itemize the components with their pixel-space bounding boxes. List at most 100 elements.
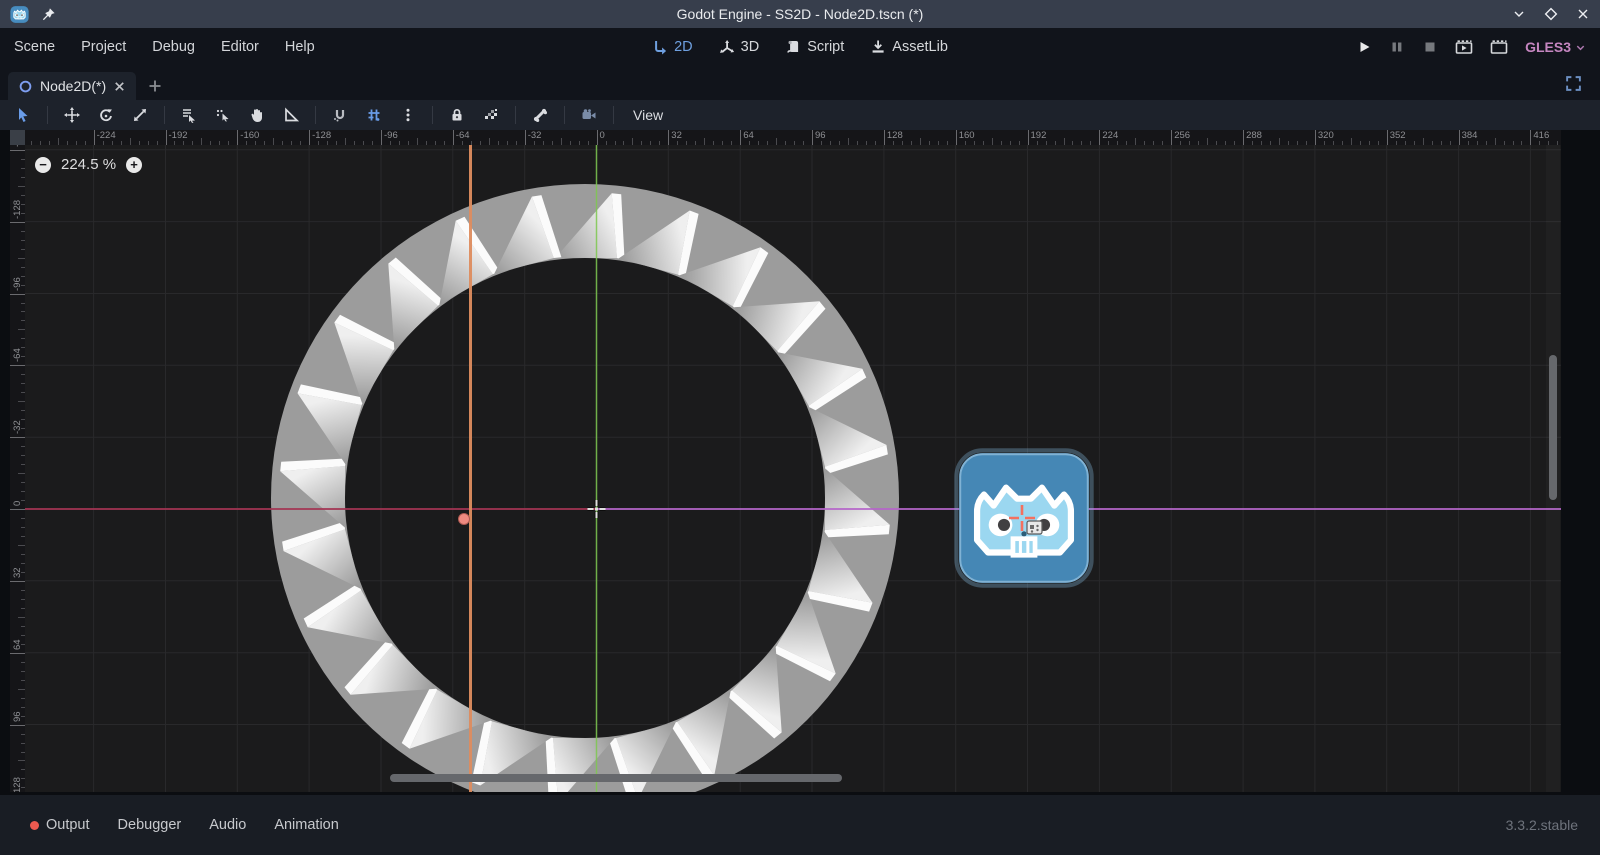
renderer-label: GLES3 — [1525, 39, 1571, 55]
window-title: Godot Engine - SS2D - Node2D.tscn (*) — [0, 6, 1600, 22]
script-icon — [785, 39, 801, 55]
group-icon — [483, 107, 499, 123]
renderer-select[interactable]: GLES3 — [1525, 39, 1586, 55]
godot-logo-icon — [10, 5, 29, 24]
shape-control-point[interactable] — [459, 514, 470, 525]
play-custom-scene-icon[interactable] — [1490, 39, 1508, 55]
lock-button[interactable] — [442, 102, 472, 128]
grid-snap-icon — [366, 107, 382, 123]
distraction-free-button[interactable] — [1555, 71, 1592, 96]
always-select-icon — [215, 107, 231, 123]
assetlib-icon — [870, 39, 886, 55]
pan-tool-button[interactable] — [242, 102, 272, 128]
rotate-tool-button[interactable] — [91, 102, 121, 128]
scale-tool-icon — [132, 107, 148, 123]
rotate-tool-icon — [98, 107, 114, 123]
zoom-minus-icon[interactable]: − — [35, 157, 51, 173]
menu-editor[interactable]: Editor — [221, 39, 259, 55]
close-tab-icon[interactable] — [113, 80, 126, 93]
vertical-scrollbar[interactable] — [1549, 355, 1557, 500]
menu-scene[interactable]: Scene — [14, 39, 55, 55]
title-bar: Godot Engine - SS2D - Node2D.tscn (*) — [0, 0, 1600, 28]
horizontal-ruler: -224-192-160-128-96-64-32032649612816019… — [25, 130, 1561, 145]
pan-tool-icon — [249, 107, 265, 123]
menu-bar: Scene Project Debug Editor Help 2D 3D Sc… — [0, 28, 1600, 66]
lock-icon — [449, 107, 465, 123]
pause-icon[interactable] — [1389, 39, 1405, 55]
maximize-icon[interactable] — [1544, 7, 1558, 21]
grid-snap-button[interactable] — [359, 102, 389, 128]
node2d-icon — [18, 79, 33, 94]
canvas-drawing[interactable] — [25, 145, 1561, 792]
play-scene-icon[interactable] — [1455, 39, 1473, 55]
select-tool-icon — [15, 107, 31, 123]
drag-cursor-icon — [1027, 521, 1042, 534]
toolbar-separator — [613, 106, 614, 124]
dock-tab-animation[interactable]: Animation — [260, 817, 352, 833]
dock-tab-output[interactable]: Output — [16, 817, 104, 833]
scale-tool-button[interactable] — [125, 102, 155, 128]
select-tool-button[interactable] — [8, 102, 38, 128]
list-select-icon — [181, 107, 197, 123]
new-scene-tab-button[interactable] — [136, 72, 174, 100]
bone-icon — [532, 107, 548, 123]
toolbar-separator — [47, 106, 48, 124]
canvas-viewport: -224-192-160-128-96-64-32032649612816019… — [0, 130, 1600, 792]
scene-tab-label: Node2D(*) — [40, 78, 106, 94]
zoom-plus-icon[interactable]: + — [126, 157, 142, 173]
toolbar-separator — [315, 106, 316, 124]
workspace-3d-icon — [719, 39, 735, 55]
close-icon[interactable] — [1576, 7, 1590, 21]
dock-tab-debugger[interactable]: Debugger — [104, 817, 196, 833]
scene-tab-bar: Node2D(*) — [0, 66, 1600, 100]
toolbar-separator — [564, 106, 565, 124]
workspace-2d-icon — [652, 39, 668, 55]
bone-button[interactable] — [525, 102, 555, 128]
ruler-tool-icon — [283, 107, 299, 123]
tab-2d[interactable]: 2D — [652, 39, 693, 55]
renderer-chevron-icon — [1575, 42, 1586, 53]
always-select-button[interactable] — [208, 102, 238, 128]
tab-script[interactable]: Script — [785, 39, 844, 55]
skeleton-options-button[interactable] — [574, 102, 604, 128]
toolbar-separator — [432, 106, 433, 124]
ss2d-ring-shape[interactable] — [271, 184, 899, 792]
output-alert-dot — [30, 821, 39, 830]
expand-icon — [1565, 75, 1582, 92]
view-menu[interactable]: View — [623, 107, 673, 123]
play-icon[interactable] — [1356, 39, 1372, 55]
godot-sprite[interactable] — [956, 450, 1091, 585]
snap-options-button[interactable] — [393, 102, 423, 128]
smart-snap-button[interactable] — [325, 102, 355, 128]
skeleton-icon — [581, 107, 597, 123]
smart-snap-icon — [332, 107, 348, 123]
scene-tab-node2d[interactable]: Node2D(*) — [8, 72, 136, 100]
engine-version: 3.3.2.stable — [1506, 817, 1584, 833]
list-select-button[interactable] — [174, 102, 204, 128]
horizontal-scrollbar[interactable] — [390, 774, 842, 782]
toolbar-separator — [164, 106, 165, 124]
menu-help[interactable]: Help — [285, 39, 315, 55]
new-tab-icon — [148, 79, 162, 93]
menu-debug[interactable]: Debug — [152, 39, 195, 55]
menu-project[interactable]: Project — [81, 39, 126, 55]
zoom-percent-label[interactable]: 224.5 % — [61, 156, 116, 173]
move-tool-button[interactable] — [57, 102, 87, 128]
group-button[interactable] — [476, 102, 506, 128]
move-tool-icon — [64, 107, 80, 123]
canvas-toolbar: View — [0, 100, 1600, 130]
ruler-corner — [10, 130, 25, 145]
snap-options-icon — [400, 107, 416, 123]
minimize-icon[interactable] — [1512, 7, 1526, 21]
dock-tab-audio[interactable]: Audio — [195, 817, 260, 833]
tab-3d[interactable]: 3D — [719, 39, 760, 55]
vertical-ruler: -160-128-96-64-320326496128 — [10, 145, 25, 792]
canvas-2d[interactable]: − 224.5 % + — [25, 145, 1561, 792]
toolbar-separator — [515, 106, 516, 124]
ruler-tool-button[interactable] — [276, 102, 306, 128]
tab-assetlib[interactable]: AssetLib — [870, 39, 948, 55]
bottom-panel: Output Debugger Audio Animation 3.3.2.st… — [0, 792, 1600, 855]
origin-gizmo — [588, 500, 606, 518]
stop-icon[interactable] — [1422, 39, 1438, 55]
pin-icon[interactable] — [41, 7, 56, 22]
